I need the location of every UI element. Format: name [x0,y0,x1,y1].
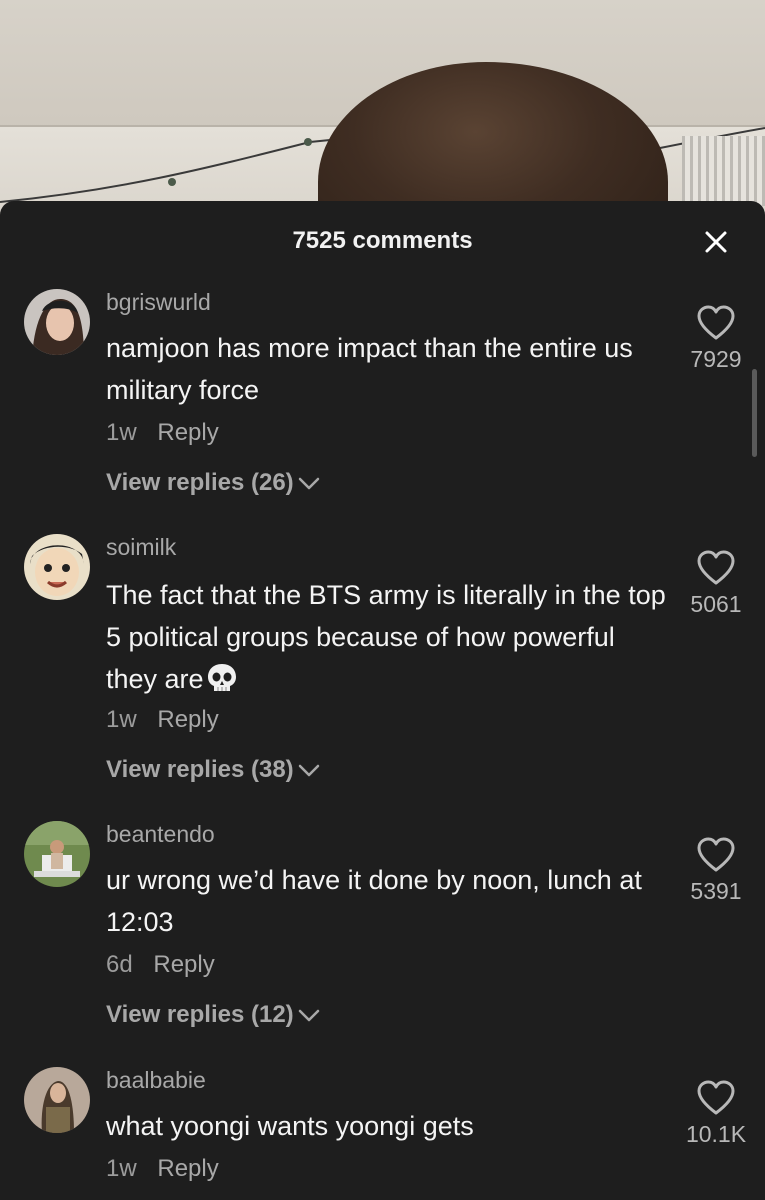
comment-meta: 1w Reply [106,419,219,447]
avatar[interactable] [24,289,90,355]
avatar[interactable] [24,534,90,600]
comment-username[interactable]: bgriswurld [106,289,211,316]
comment-text: The fact that the BTS army is literally … [106,574,666,700]
chevron-down-icon [298,477,319,489]
window-blind [682,136,765,206]
comment-meta: 6d Reply [106,951,215,979]
comment-text: ur wrong we’d have it done by noon, lunc… [106,865,642,937]
heart-outline-icon[interactable] [696,304,736,342]
heart-outline-icon[interactable] [696,1079,736,1117]
video-background [0,0,765,220]
view-replies-label: View replies (26) [106,469,294,496]
view-replies-button[interactable]: View replies (12) [106,1001,320,1029]
comment-username[interactable]: soimilk [106,534,176,561]
view-replies-label: View replies (12) [106,1001,294,1028]
reply-button[interactable]: Reply [153,951,214,978]
scrollbar[interactable] [752,369,757,457]
comment-text: what yoongi wants yoongi gets [106,1111,474,1141]
view-replies-label: View replies (38) [106,756,294,783]
chevron-down-icon [298,764,319,776]
comment-age: 1w [106,706,137,733]
comments-sheet: 7525 comments bgriswurld namjoon has mor… [0,201,765,1200]
reply-button[interactable]: Reply [157,706,218,733]
comment-text-content: The fact that the BTS army is literally … [106,580,666,694]
like-count: 10.1K [685,1121,747,1147]
chevron-down-icon [298,1009,319,1021]
comment-username[interactable]: baalbabie [106,1067,206,1094]
view-replies-button[interactable]: View replies (38) [106,756,320,784]
comment-age: 1w [106,1155,137,1182]
comment-text: namjoon has more impact than the entire … [106,333,633,405]
comment-meta: 1w Reply [106,1155,219,1183]
like-count: 5061 [690,591,742,617]
heart-outline-icon[interactable] [696,549,736,587]
avatar[interactable] [24,821,90,887]
comment-age: 1w [106,419,137,446]
reply-button[interactable]: Reply [157,419,218,446]
heart-outline-icon[interactable] [696,836,736,874]
comment-meta: 1w Reply [106,706,219,734]
reply-button[interactable]: Reply [157,1155,218,1182]
skull-emoji-icon [207,664,236,691]
comment-username[interactable]: beantendo [106,821,215,848]
comment-age: 6d [106,951,133,978]
comment-count-title: 7525 comments [292,227,473,254]
tiktok-comments-screen: 7525 comments bgriswurld namjoon has mor… [0,0,765,1200]
like-column: 10.1K [672,1079,760,1148]
like-column: 7929 [672,304,760,373]
like-count: 5391 [690,878,742,904]
comments-header: 7525 comments [0,201,765,283]
like-count: 7929 [690,346,742,372]
avatar[interactable] [24,1067,90,1133]
like-column: 5061 [672,549,760,618]
close-icon[interactable] [703,229,729,255]
like-column: 5391 [672,836,760,905]
view-replies-button[interactable]: View replies (26) [106,469,320,497]
